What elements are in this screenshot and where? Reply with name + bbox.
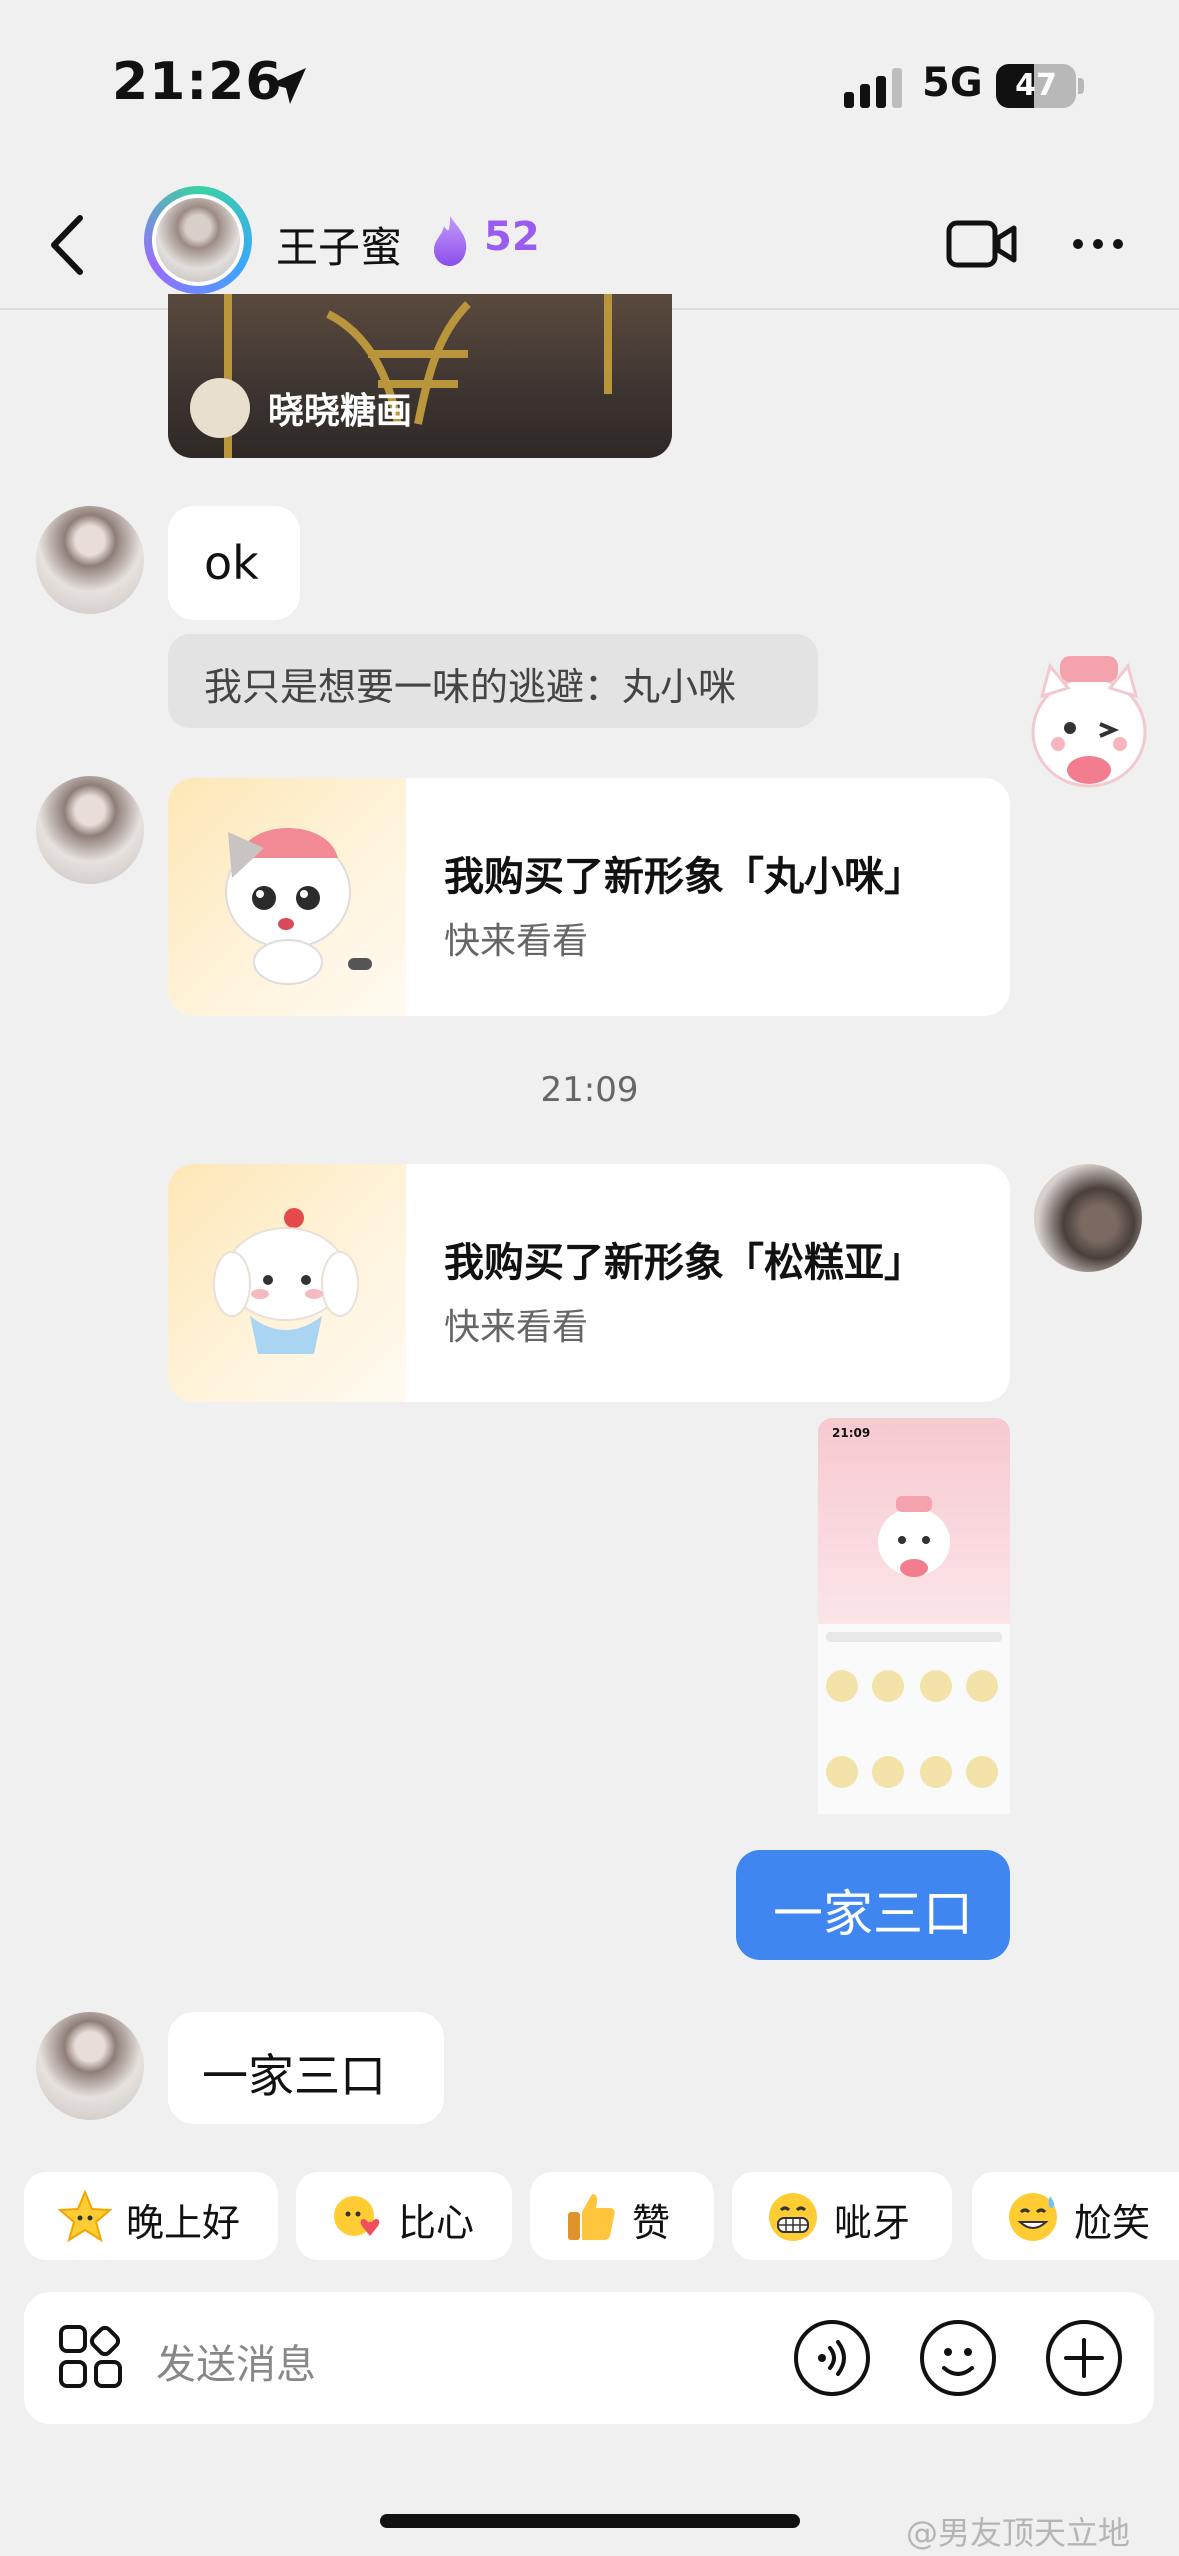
grin-face-icon xyxy=(769,2193,817,2241)
message-text: 一家三口 xyxy=(202,2049,386,2103)
outgoing-text-bubble[interactable]: 一家三口 xyxy=(736,1850,1010,1960)
status-time: 21:26 xyxy=(112,52,283,112)
system-notice-text: 我只是想要一味的逃避：丸小咪 xyxy=(204,665,737,709)
signal-icon xyxy=(844,68,902,108)
apps-grid-icon[interactable] xyxy=(58,2324,124,2390)
back-chevron-icon[interactable] xyxy=(46,212,86,278)
add-attachment-icon[interactable] xyxy=(1044,2318,1124,2398)
quick-reply-label: 赞 xyxy=(632,2201,671,2245)
contact-avatar[interactable] xyxy=(152,194,244,286)
heart-hands-face-icon xyxy=(334,2196,380,2236)
video-call-icon[interactable] xyxy=(946,218,1018,270)
screenshot-mascot-image xyxy=(878,1496,950,1577)
image-card-label: 晓晓糖画 xyxy=(268,391,413,432)
contact-name[interactable]: 王子蜜 xyxy=(276,214,402,275)
message-timestamp: 21:09 xyxy=(540,1070,639,1110)
card-thumbnail xyxy=(168,1164,406,1402)
message-text: 一家三口 xyxy=(773,1885,973,1943)
contact-message-avatar[interactable] xyxy=(36,776,144,884)
quick-reply-awkward[interactable]: 尬笑 xyxy=(972,2172,1179,2260)
quick-reply-label: 比心 xyxy=(398,2201,475,2245)
card-subtitle: 快来看看 xyxy=(444,921,589,962)
streak-flame-icon xyxy=(434,216,467,266)
message-input-field[interactable]: 发送消息 xyxy=(156,2332,316,2390)
quick-reply-label: 晚上好 xyxy=(126,2201,241,2245)
puppy-character-image xyxy=(213,1208,359,1354)
voice-input-icon[interactable] xyxy=(792,2318,872,2398)
battery-nub xyxy=(1078,78,1084,94)
more-options-icon[interactable] xyxy=(1070,236,1126,252)
location-arrow-icon xyxy=(270,68,306,104)
incoming-text-bubble[interactable]: 一家三口 xyxy=(168,2012,444,2124)
avatar-purchase-card[interactable]: 我购买了新形象「丸小咪」 快来看看 xyxy=(168,778,1010,1016)
card-title: 我购买了新形象「丸小咪」 xyxy=(444,854,924,900)
watermark: @男友顶天立地 xyxy=(906,2514,1131,2552)
card-subtitle: 快来看看 xyxy=(444,1307,589,1348)
message-text: ok xyxy=(204,536,259,590)
my-message-avatar[interactable] xyxy=(1034,1164,1142,1272)
emoji-icon[interactable] xyxy=(918,2318,998,2398)
screenshot-preview-bottom xyxy=(818,1624,1010,1834)
cat-character-image xyxy=(225,828,372,985)
star-face-icon xyxy=(58,2190,112,2243)
screenshot-grid-image xyxy=(818,1632,1010,1834)
system-notice: 我只是想要一味的逃避：丸小咪 xyxy=(168,634,818,728)
network-type: 5G xyxy=(922,60,983,106)
contact-message-avatar[interactable] xyxy=(36,506,144,614)
streak-count: 52 xyxy=(484,214,540,260)
incoming-text-bubble[interactable]: ok xyxy=(168,506,300,620)
home-indicator[interactable] xyxy=(380,2514,800,2528)
battery-percent: 47 xyxy=(1015,68,1057,103)
quick-reply-label: 呲牙 xyxy=(834,2201,911,2245)
image-card-logo xyxy=(190,378,250,438)
card-thumbnail xyxy=(168,778,406,1016)
image-card-art xyxy=(224,294,612,458)
quick-reply-good-evening[interactable]: 晚上好 xyxy=(24,2172,278,2260)
quick-reply-like[interactable]: 赞 xyxy=(530,2172,714,2260)
battery-icon: 47 xyxy=(996,64,1076,108)
quick-reply-label: 尬笑 xyxy=(1074,2201,1151,2245)
contact-message-avatar[interactable] xyxy=(36,2012,144,2120)
cat-mascot-sticker xyxy=(1031,656,1147,788)
awkward-smile-icon xyxy=(1009,2193,1057,2241)
quick-reply-heart[interactable]: 比心 xyxy=(296,2172,512,2260)
thumbs-up-icon xyxy=(568,2194,615,2240)
avatar-purchase-card[interactable]: 我购买了新形象「松糕亚」 快来看看 xyxy=(168,1164,1010,1402)
image-message-card[interactable]: 晓晓糖画 xyxy=(168,294,672,458)
card-title: 我购买了新形象「松糕亚」 xyxy=(444,1240,924,1286)
screenshot-image-message[interactable]: 21:09 xyxy=(818,1418,1010,1834)
quick-reply-grin[interactable]: 呲牙 xyxy=(732,2172,952,2260)
screenshot-time: 21:09 xyxy=(832,1426,871,1440)
